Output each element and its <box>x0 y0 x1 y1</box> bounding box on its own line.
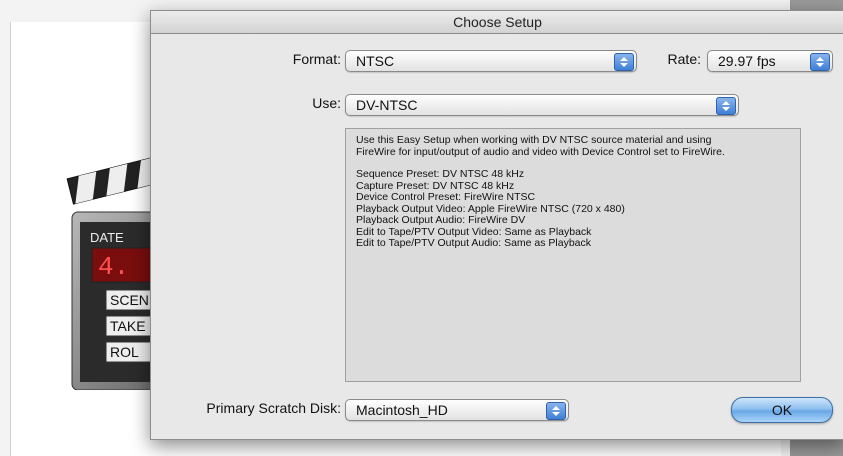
use-value: DV-NTSC <box>356 97 418 113</box>
ok-button[interactable]: OK <box>731 397 833 423</box>
format-value: NTSC <box>356 53 395 69</box>
choose-setup-sheet: Choose Setup Format: NTSC Rate: 29.97 fp… <box>150 10 843 440</box>
popup-arrows-icon <box>546 402 566 420</box>
rate-label: Rate: <box>667 51 701 67</box>
use-popup[interactable]: DV-NTSC <box>345 94 739 116</box>
description-line: Sequence Preset: DV NTSC 48 kHz <box>356 168 525 180</box>
popup-arrows-icon <box>716 97 736 115</box>
scratch-disk-label: Primary Scratch Disk: <box>206 400 341 416</box>
popup-arrows-icon <box>810 53 830 71</box>
clapper-take-label: TAKE <box>110 318 146 334</box>
description-line: Edit to Tape/PTV Output Audio: Same as P… <box>356 237 592 249</box>
clapper-roll-label: ROL <box>110 344 139 360</box>
setup-description: Use this Easy Setup when working with DV… <box>345 128 801 382</box>
use-label: Use: <box>312 95 341 111</box>
description-line: Device Control Preset: FireWire NTSC <box>356 191 536 203</box>
description-intro-line: Use this Easy Setup when working with DV… <box>356 134 712 146</box>
description-line: Playback Output Audio: FireWire DV <box>356 214 526 226</box>
clapper-date-label: DATE <box>90 230 124 245</box>
format-popup[interactable]: NTSC <box>345 50 637 72</box>
sheet-title: Choose Setup <box>151 11 843 34</box>
clapper-scene-label: SCEN <box>110 292 149 308</box>
rate-popup[interactable]: 29.97 fps <box>707 50 833 72</box>
rate-value: 29.97 fps <box>718 53 776 69</box>
clapper-display: 4. <box>98 252 129 282</box>
scratch-disk-value: Macintosh_HD <box>356 402 448 418</box>
popup-arrows-icon <box>614 53 634 71</box>
format-label: Format: <box>292 51 341 67</box>
description-intro-line: FireWire for input/output of audio and v… <box>356 145 725 158</box>
scratch-disk-popup[interactable]: Macintosh_HD <box>345 399 569 421</box>
